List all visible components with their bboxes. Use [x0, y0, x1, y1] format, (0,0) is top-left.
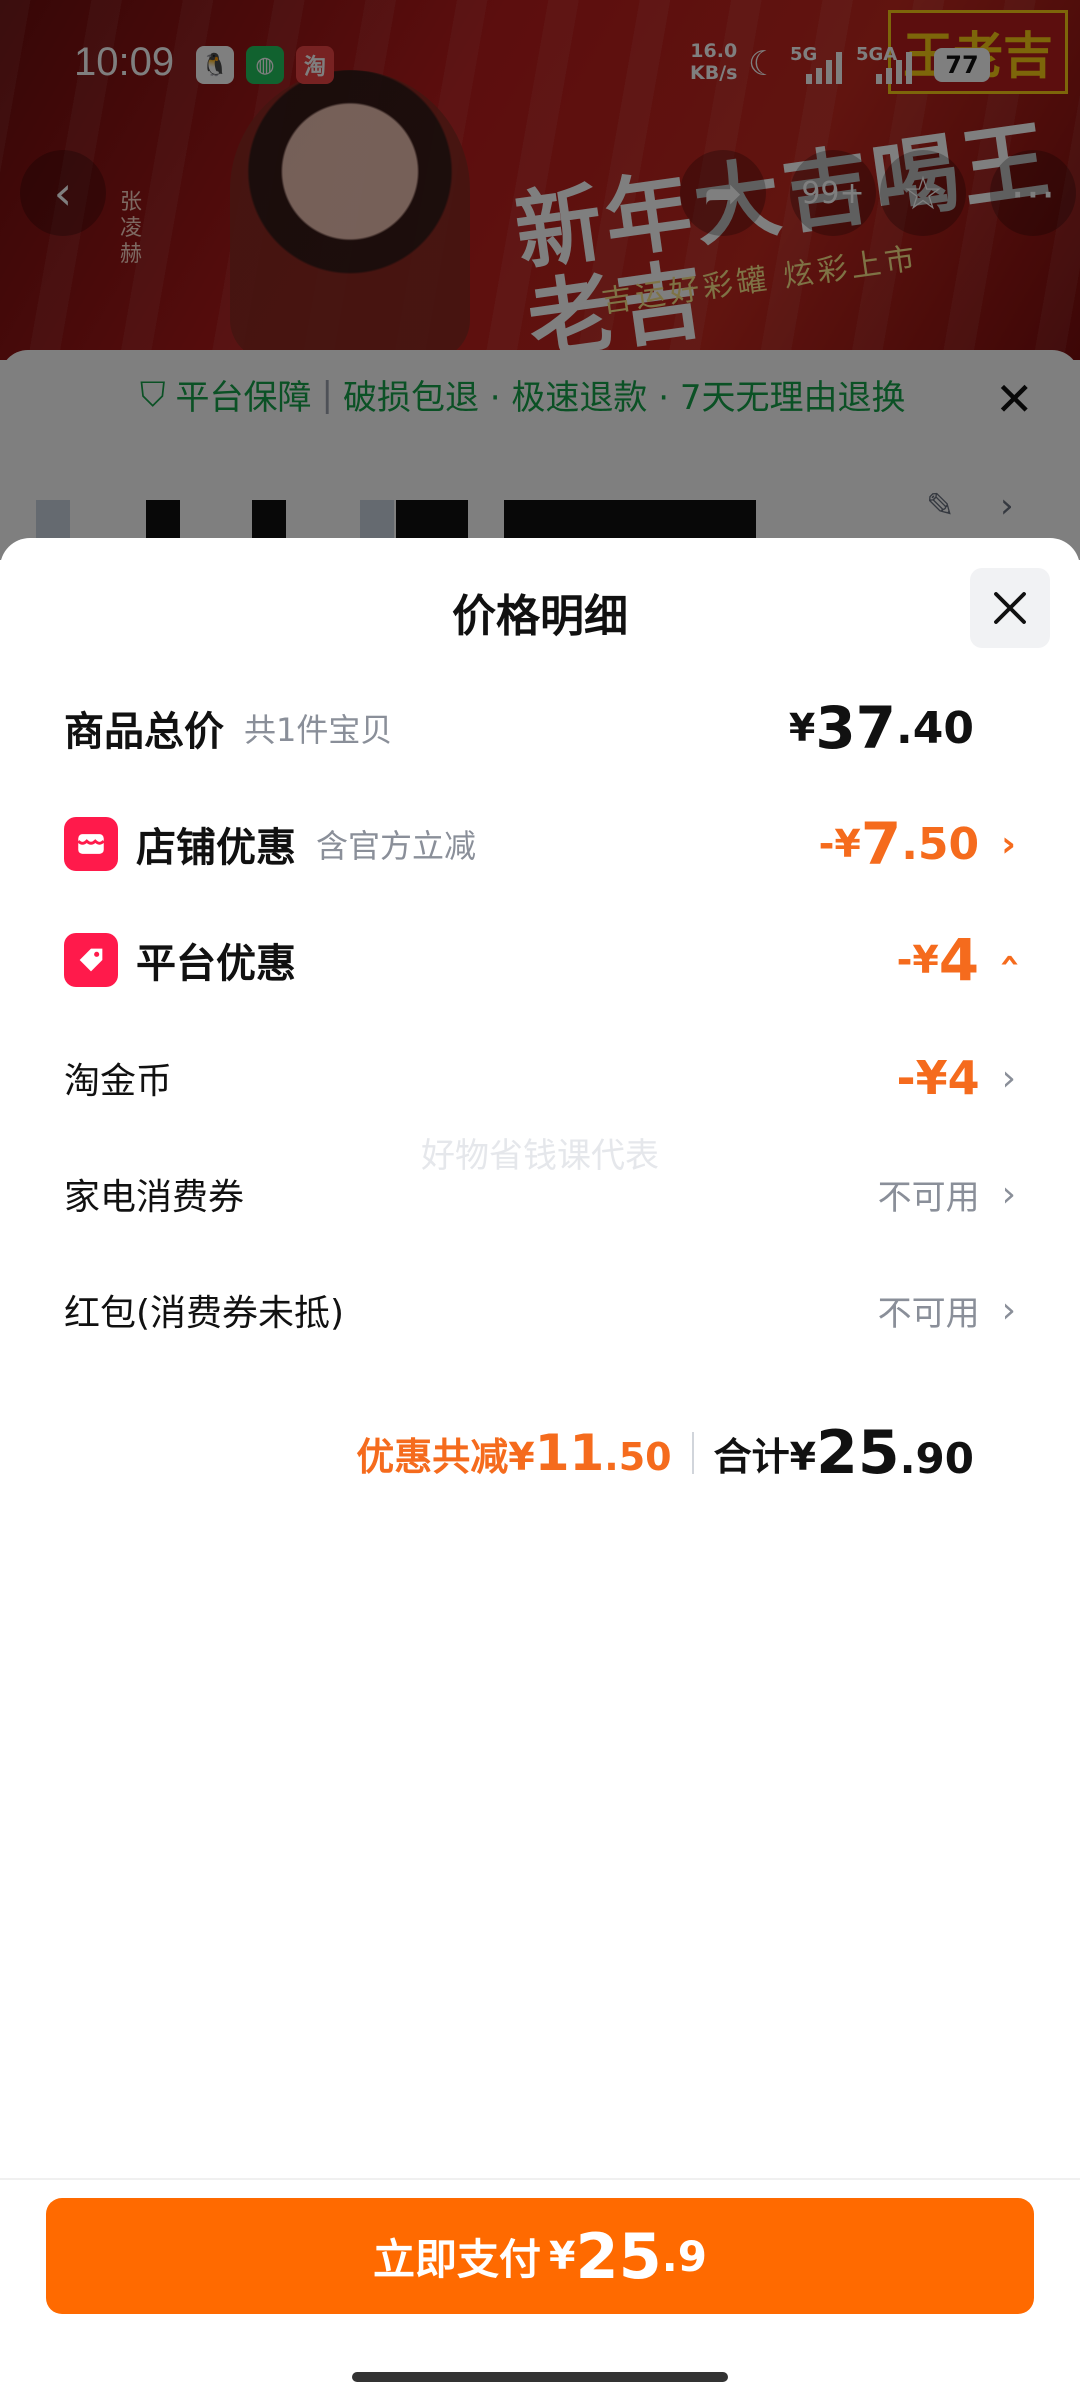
- total-savings: 优惠共减¥11.50: [356, 1424, 672, 1482]
- total-amount: 25.90: [816, 1418, 974, 1488]
- shop-discount-row[interactable]: 店铺优惠 含官方立减 - ¥7.50 ›: [64, 804, 1016, 884]
- appliance-coupon-row[interactable]: 家电消费券 不可用 ›: [64, 1154, 1016, 1234]
- platform-discount-amount: - ¥4 ›: [896, 926, 1030, 994]
- shop-discount-note: 含官方立减: [316, 827, 477, 865]
- total-label: 合计¥: [713, 1434, 817, 1479]
- chevron-right-icon: ›: [1001, 1289, 1016, 1331]
- price-summary: 优惠共减¥11.50 合计¥ 25.90: [356, 1418, 974, 1488]
- home-indicator[interactable]: [352, 2372, 728, 2382]
- sheet-title: 价格明细: [452, 591, 628, 642]
- platform-discount-row[interactable]: 平台优惠 - ¥4 ›: [64, 920, 1030, 1000]
- platform-discount-label: 平台优惠: [136, 941, 296, 987]
- summary-divider: [691, 1432, 694, 1474]
- price-details-sheet: 价格明细 商品总价 共1件宝贝 ¥37.40 店铺优惠 含官方立减 - ¥7.50…: [0, 538, 1080, 2400]
- appliance-coupon-status: 不可用: [877, 1177, 980, 1218]
- goods-total-price: ¥37.40: [788, 694, 974, 762]
- background-product-page: 张凌赫 新年大吉喝王老吉 吉运好彩罐 炫彩上市 王老吉 10:09 🐧 ◍ 淘 …: [0, 0, 1080, 560]
- footer-divider: [0, 2178, 1080, 2180]
- taojinbi-row[interactable]: 淘金币 -¥4 ›: [64, 1038, 1016, 1118]
- shop-icon: [64, 817, 118, 871]
- close-icon: [994, 592, 1026, 624]
- taojinbi-label: 淘金币: [64, 1061, 173, 1102]
- shop-discount-amount: - ¥7.50 ›: [818, 810, 1016, 878]
- shop-discount-label: 店铺优惠: [136, 825, 296, 871]
- chevron-right-icon: ›: [1001, 1057, 1016, 1099]
- pay-now-button[interactable]: 立即支付 ¥25.9: [46, 2198, 1034, 2314]
- chevron-right-icon: ›: [1001, 1173, 1016, 1215]
- red-packet-label: 红包(消费券未抵): [64, 1293, 345, 1334]
- chevron-up-icon: ›: [988, 952, 1030, 968]
- chevron-right-icon: ›: [1001, 823, 1016, 865]
- coupon-tag-icon: [64, 933, 118, 987]
- goods-count: 共1件宝贝: [244, 711, 393, 749]
- goods-total-label: 商品总价: [64, 709, 224, 755]
- goods-total-row: 商品总价 共1件宝贝 ¥37.40: [64, 688, 1016, 768]
- close-button[interactable]: [970, 568, 1050, 648]
- red-packet-status: 不可用: [877, 1293, 980, 1334]
- red-packet-row[interactable]: 红包(消费券未抵) 不可用 ›: [64, 1270, 1016, 1350]
- appliance-coupon-label: 家电消费券: [64, 1177, 245, 1218]
- modal-overlay[interactable]: [0, 0, 1080, 560]
- taojinbi-amount: -¥4: [896, 1051, 980, 1105]
